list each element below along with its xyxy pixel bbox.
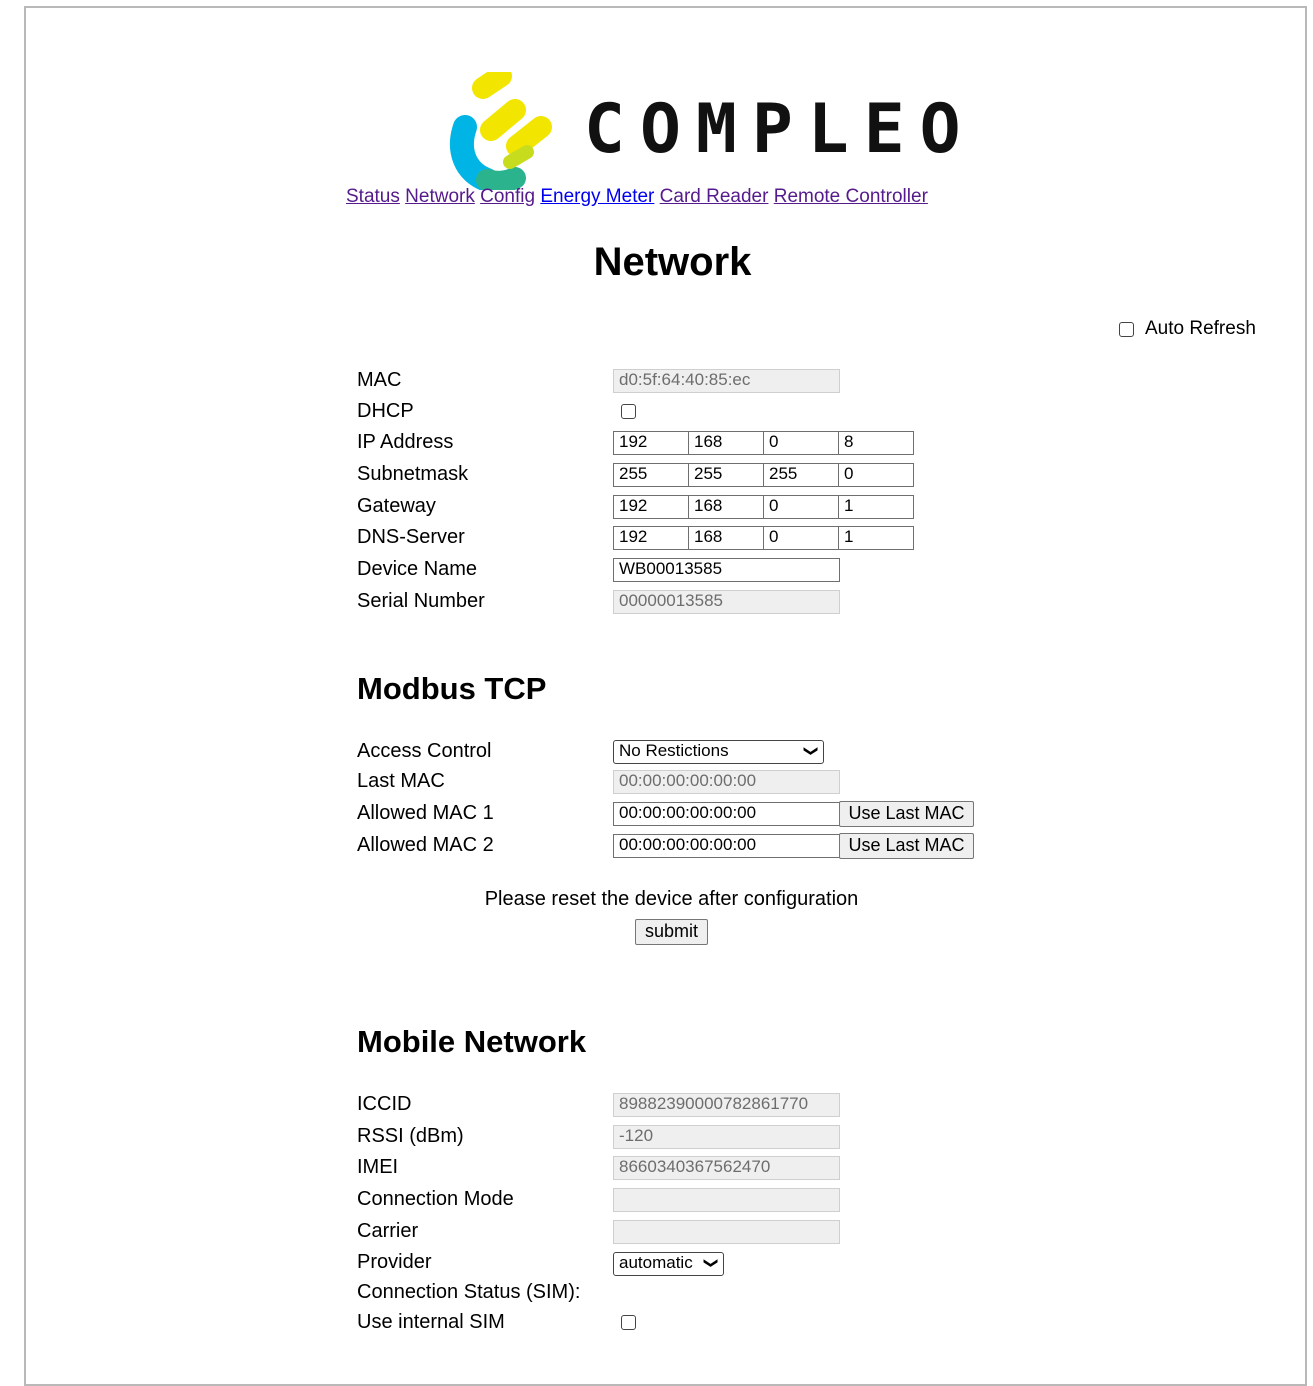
dns-octet-3-input[interactable]: 0 bbox=[763, 526, 839, 550]
subnet-octet-1-input[interactable]: 255 bbox=[613, 463, 689, 487]
subnet-octet-2-input[interactable]: 255 bbox=[688, 463, 764, 487]
nav-link-network[interactable]: Network bbox=[405, 186, 475, 207]
gateway-octet-3-input[interactable]: 0 bbox=[763, 495, 839, 519]
allowed-mac-1-input[interactable]: 00:00:00:00:00:00 bbox=[613, 802, 840, 826]
auto-refresh-checkbox[interactable] bbox=[1119, 321, 1134, 337]
dns-octet-1-input[interactable]: 192 bbox=[613, 526, 689, 550]
chevron-down-icon: ❯ bbox=[804, 745, 821, 757]
device-name-label: Device Name bbox=[357, 558, 478, 580]
provider-select[interactable]: automatic ❯ bbox=[613, 1252, 724, 1276]
mac-label: MAC bbox=[357, 369, 402, 391]
subnetmask-label: Subnetmask bbox=[357, 463, 469, 485]
ip-octet-2-input[interactable]: 168 bbox=[688, 431, 764, 455]
access-control-select[interactable]: No Restictions ❯ bbox=[613, 740, 824, 764]
gateway-octet-2-input[interactable]: 168 bbox=[688, 495, 764, 519]
nav-link-card-reader[interactable]: Card Reader bbox=[660, 186, 769, 207]
carrier-field[interactable] bbox=[613, 1220, 840, 1244]
provider-label: Provider bbox=[357, 1251, 432, 1273]
last-mac-field[interactable]: 00:00:00:00:00:00 bbox=[613, 770, 840, 794]
dns-octet-2-input[interactable]: 168 bbox=[688, 526, 764, 550]
nav-link-energy-meter[interactable]: Energy Meter bbox=[540, 186, 654, 207]
subnet-octet-4-input[interactable]: 0 bbox=[838, 463, 914, 487]
iccid-label: ICCID bbox=[357, 1093, 412, 1115]
serial-number-label: Serial Number bbox=[357, 590, 485, 612]
gateway-octet-1-input[interactable]: 192 bbox=[613, 495, 689, 519]
nav-link-remote-controller[interactable]: Remote Controller bbox=[774, 186, 928, 207]
submit-button[interactable]: submit bbox=[635, 919, 708, 945]
dhcp-checkbox[interactable] bbox=[621, 404, 636, 419]
connection-mode-field[interactable] bbox=[613, 1188, 840, 1212]
gateway-octet-4-input[interactable]: 1 bbox=[838, 495, 914, 519]
auto-refresh-control: Auto Refresh bbox=[1119, 318, 1256, 340]
use-last-mac-2-button[interactable]: Use Last MAC bbox=[839, 833, 974, 859]
gateway-label: Gateway bbox=[357, 495, 436, 517]
connection-mode-label: Connection Mode bbox=[357, 1188, 514, 1210]
carrier-label: Carrier bbox=[357, 1220, 419, 1242]
mac-field[interactable]: d0:5f:64:40:85:ec bbox=[613, 369, 840, 393]
compleo-logo-icon bbox=[450, 72, 552, 190]
use-internal-sim-label: Use internal SIM bbox=[357, 1311, 505, 1333]
dns-server-label: DNS-Server bbox=[357, 526, 465, 548]
serial-number-field[interactable]: 00000013585 bbox=[613, 590, 840, 614]
rssi-label: RSSI (dBm) bbox=[357, 1125, 464, 1147]
allowed-mac-2-label: Allowed MAC 2 bbox=[357, 834, 494, 856]
imei-field[interactable]: 8660340367562470 bbox=[613, 1156, 840, 1180]
allowed-mac-1-label: Allowed MAC 1 bbox=[357, 802, 494, 824]
allowed-mac-2-input[interactable]: 00:00:00:00:00:00 bbox=[613, 834, 840, 858]
nav-link-status[interactable]: Status bbox=[346, 186, 400, 207]
access-control-value: No Restictions bbox=[619, 741, 729, 760]
use-last-mac-1-button[interactable]: Use Last MAC bbox=[839, 801, 974, 827]
dns-octet-4-input[interactable]: 1 bbox=[838, 526, 914, 550]
top-navigation: Status Network Config Energy Meter Card … bbox=[346, 186, 928, 208]
modbus-tcp-heading: Modbus TCP bbox=[357, 671, 547, 706]
mobile-network-heading: Mobile Network bbox=[357, 1024, 587, 1059]
page-title: Network bbox=[593, 240, 752, 284]
last-mac-label: Last MAC bbox=[357, 770, 445, 792]
subnet-octet-3-input[interactable]: 255 bbox=[763, 463, 839, 487]
nav-link-config[interactable]: Config bbox=[480, 186, 535, 207]
ip-address-label: IP Address bbox=[357, 431, 454, 453]
dhcp-label: DHCP bbox=[357, 400, 414, 422]
ip-octet-4-input[interactable]: 8 bbox=[838, 431, 914, 455]
use-internal-sim-checkbox[interactable] bbox=[621, 1315, 636, 1330]
reset-note: Please reset the device after configurat… bbox=[484, 888, 859, 910]
iccid-field[interactable]: 89882390000782861770 bbox=[613, 1093, 840, 1117]
chevron-down-icon: ❯ bbox=[704, 1257, 721, 1269]
provider-value: automatic bbox=[619, 1253, 693, 1272]
connection-status-label: Connection Status (SIM): bbox=[357, 1281, 581, 1303]
access-control-label: Access Control bbox=[357, 740, 492, 762]
brand-wordmark: COMPLEO bbox=[584, 90, 976, 169]
auto-refresh-label: Auto Refresh bbox=[1145, 318, 1256, 339]
rssi-field[interactable]: -120 bbox=[613, 1125, 840, 1149]
imei-label: IMEI bbox=[357, 1156, 399, 1178]
device-name-input[interactable]: WB00013585 bbox=[613, 558, 840, 582]
ip-octet-3-input[interactable]: 0 bbox=[763, 431, 839, 455]
ip-octet-1-input[interactable]: 192 bbox=[613, 431, 689, 455]
